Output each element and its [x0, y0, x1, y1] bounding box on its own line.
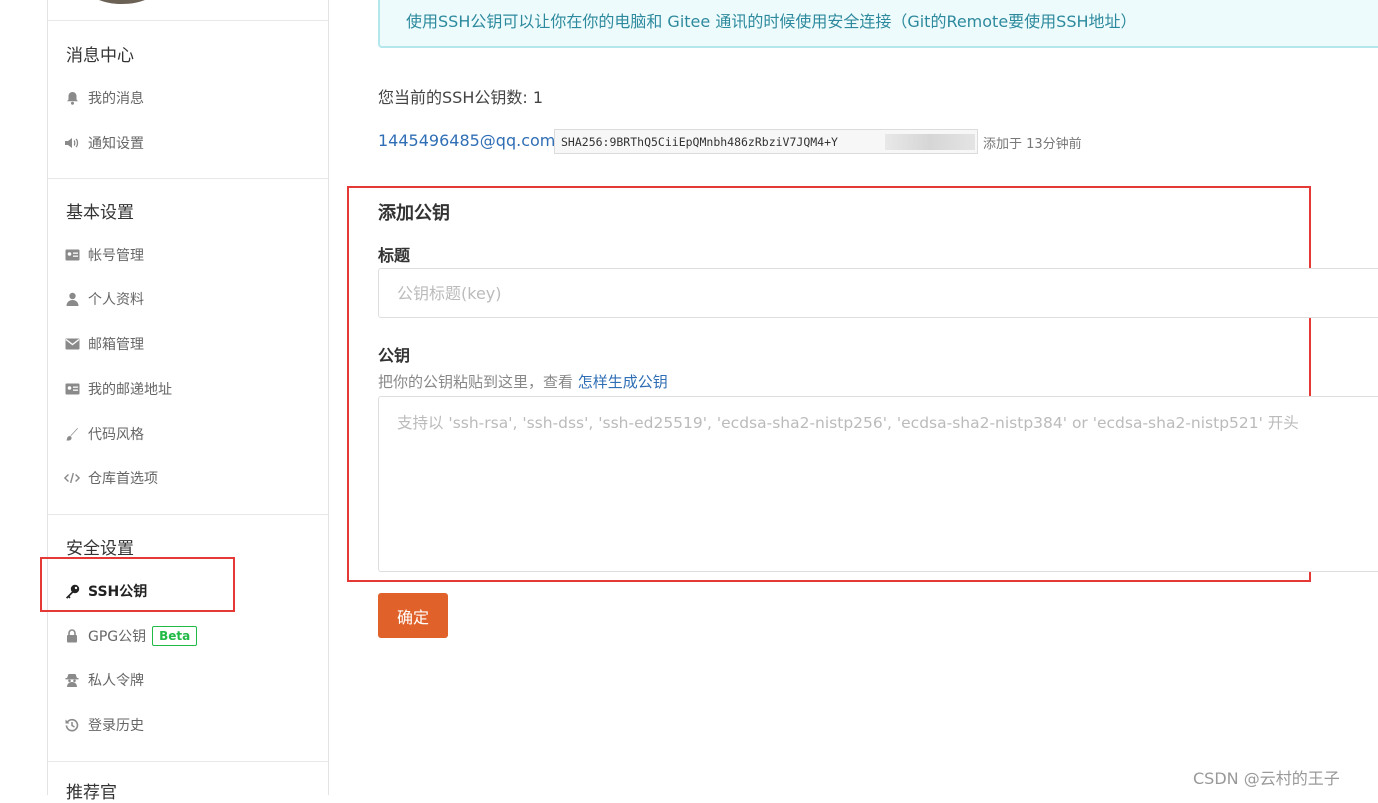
sidebar-item-notify-settings[interactable]: 通知设置	[64, 132, 144, 154]
sidebar-item-code-style[interactable]: 代码风格	[64, 423, 144, 445]
sidebar-item-account[interactable]: 帐号管理	[64, 244, 144, 266]
sidebar-item-label: 仓库首选项	[88, 471, 158, 487]
section-title-messages: 消息中心	[66, 46, 134, 66]
avatar[interactable]	[82, 0, 162, 4]
speaker-icon	[64, 135, 80, 151]
sidebar-item-label: 我的邮递地址	[88, 382, 172, 398]
public-key-textarea[interactable]	[378, 396, 1378, 572]
section-title-basic: 基本设置	[66, 203, 134, 223]
key-title-input[interactable]	[378, 268, 1378, 318]
title-label: 标题	[378, 246, 411, 265]
brush-icon	[64, 426, 80, 442]
fingerprint-text: SHA256:9BRThQ5CiiEpQMnbh486zRbziV7JQM4+Y	[561, 135, 838, 149]
sidebar-item-label: 通知设置	[88, 136, 144, 152]
ssh-key-count: 您当前的SSH公钥数: 1	[378, 88, 544, 107]
code-icon	[64, 470, 80, 486]
ssh-key-fingerprint: SHA256:9BRThQ5CiiEpQMnbh486zRbziV7JQM4+Y	[554, 129, 978, 154]
sidebar-item-gpg-keys[interactable]: GPG公钥 Beta	[64, 625, 198, 647]
beta-badge: Beta	[152, 626, 198, 646]
confirm-button[interactable]: 确定	[378, 593, 448, 638]
section-title-security: 安全设置	[66, 539, 134, 559]
highlight-box-ssh-item	[40, 557, 235, 612]
user-icon	[64, 291, 80, 307]
sidebar: 消息中心 我的消息 通知设置 基本设置 帐号管理 个人资料 邮箱管理 我的邮递地…	[47, 0, 329, 803]
info-notice: 使用SSH公钥可以让你在你的电脑和 Gitee 通讯的时候使用安全连接（Git的…	[378, 0, 1378, 48]
divider	[48, 514, 328, 515]
divider	[48, 761, 328, 762]
history-icon	[64, 717, 80, 733]
sidebar-item-my-messages[interactable]: 我的消息	[64, 87, 144, 109]
bell-icon	[64, 90, 80, 106]
divider	[48, 178, 328, 179]
spy-icon	[64, 672, 80, 688]
lock-icon	[64, 628, 80, 644]
redacted-blur	[885, 134, 975, 150]
notice-text: 使用SSH公钥可以让你在你的电脑和 Gitee 通讯的时候使用安全连接（Git的…	[406, 12, 1137, 31]
sidebar-item-email[interactable]: 邮箱管理	[64, 333, 144, 355]
envelope-icon	[64, 336, 80, 352]
sidebar-item-label: 私人令牌	[88, 673, 144, 689]
sidebar-item-label: 个人资料	[88, 292, 144, 308]
sidebar-item-address[interactable]: 我的邮递地址	[64, 378, 172, 400]
how-to-generate-key-link[interactable]: 怎样生成公钥	[578, 373, 668, 391]
sidebar-item-label: 我的消息	[88, 91, 144, 107]
section-title-recommender: 推荐官	[66, 783, 117, 803]
sidebar-item-label: GPG公钥	[88, 629, 147, 645]
hint-text: 把你的公钥粘贴到这里，查看	[378, 373, 574, 391]
ssh-key-title-link[interactable]: 1445496485@qq.com	[378, 131, 555, 150]
sidebar-item-login-history[interactable]: 登录历史	[64, 714, 144, 736]
ssh-key-added-time: 添加于 13分钟前	[983, 137, 1082, 152]
watermark: CSDN @云村的王子	[1193, 769, 1340, 788]
id-card-icon	[64, 247, 80, 263]
divider	[48, 20, 328, 21]
address-card-icon	[64, 381, 80, 397]
add-key-heading: 添加公钥	[378, 203, 450, 224]
sidebar-item-private-tokens[interactable]: 私人令牌	[64, 669, 144, 691]
sidebar-item-label: 邮箱管理	[88, 337, 144, 353]
sidebar-item-profile[interactable]: 个人资料	[64, 288, 144, 310]
sidebar-item-label: 代码风格	[88, 427, 144, 443]
public-key-label: 公钥	[378, 346, 411, 365]
sidebar-item-label: 帐号管理	[88, 248, 144, 264]
sidebar-item-repo-prefs[interactable]: 仓库首选项	[64, 467, 158, 489]
sidebar-item-label: 登录历史	[88, 718, 144, 734]
public-key-hint: 把你的公钥粘贴到这里，查看 怎样生成公钥	[378, 371, 668, 392]
